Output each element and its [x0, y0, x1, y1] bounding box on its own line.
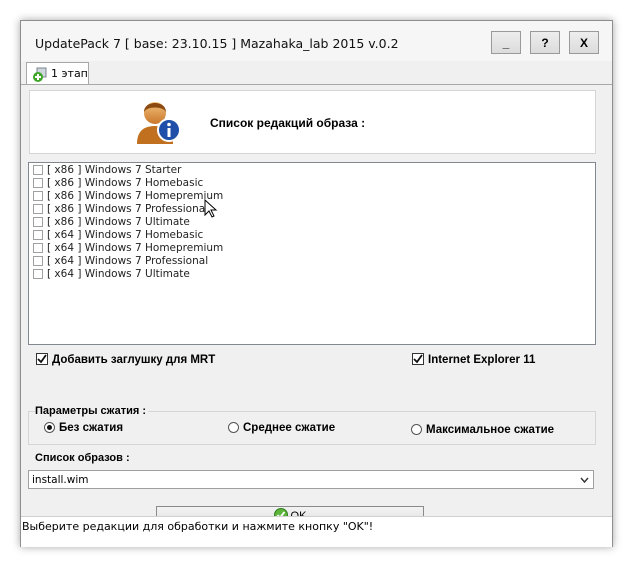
- images-dropdown[interactable]: install.wim: [28, 470, 594, 489]
- list-item[interactable]: [ x86 ] Windows 7 Homepremium: [33, 190, 223, 203]
- radio-label: Среднее сжатие: [243, 422, 336, 434]
- edition-checkbox[interactable]: [33, 178, 43, 188]
- close-button[interactable]: X: [569, 31, 599, 54]
- mrt-stub-option[interactable]: Добавить заглушку для MRT: [36, 353, 215, 366]
- list-item[interactable]: [ x64 ] Windows 7 Professional: [33, 255, 208, 268]
- minimize-button[interactable]: _: [491, 31, 521, 54]
- edition-label: [ x86 ] Windows 7 Homebasic: [47, 177, 204, 189]
- images-list-label: Список образов :: [35, 452, 130, 464]
- window-title: UpdatePack 7 [ base: 23.10.15 ] Mazahaka…: [35, 36, 399, 51]
- mrt-stub-label: Добавить заглушку для MRT: [52, 354, 216, 366]
- edition-label: [ x86 ] Windows 7 Professional: [47, 203, 209, 215]
- edition-label: [ x86 ] Windows 7 Homepremium: [47, 190, 224, 202]
- list-item[interactable]: [ x86 ] Windows 7 Ultimate: [33, 216, 190, 229]
- tab-stage-1[interactable]: 1 этап: [26, 62, 89, 85]
- status-bar: Выберите редакции для обработки и нажмит…: [21, 516, 612, 547]
- list-item[interactable]: [ x64 ] Windows 7 Ultimate: [33, 268, 190, 281]
- help-button[interactable]: ?: [530, 31, 560, 54]
- header-box: Список редакций образа :: [29, 90, 596, 154]
- radio-button[interactable]: [44, 422, 55, 433]
- list-item[interactable]: [ x64 ] Windows 7 Homepremium: [33, 242, 223, 255]
- add-package-icon: [33, 67, 47, 82]
- editions-list[interactable]: [ x86 ] Windows 7 Starter [ x86 ] Window…: [28, 162, 596, 345]
- ie11-checkbox[interactable]: [412, 353, 424, 365]
- radio-label: Максимальное сжатие: [426, 424, 555, 436]
- list-item[interactable]: [ x64 ] Windows 7 Homebasic: [33, 229, 203, 242]
- ie11-option[interactable]: Internet Explorer 11: [412, 353, 535, 366]
- mrt-stub-checkbox[interactable]: [36, 353, 48, 365]
- edition-label: [ x64 ] Windows 7 Ultimate: [47, 268, 190, 280]
- edition-checkbox[interactable]: [33, 269, 43, 279]
- radio-no-compression[interactable]: Без сжатия: [44, 422, 123, 434]
- tab-panel: Список редакций образа : [ x86 ] Windows…: [21, 84, 612, 527]
- edition-label: [ x86 ] Windows 7 Ultimate: [47, 216, 190, 228]
- edition-checkbox[interactable]: [33, 191, 43, 201]
- edition-label: [ x86 ] Windows 7 Starter: [47, 164, 182, 176]
- tab-label: 1 этап: [51, 67, 88, 80]
- ie11-label: Internet Explorer 11: [428, 354, 536, 366]
- mouse-cursor-icon: [204, 199, 218, 218]
- images-dropdown-value: install.wim: [32, 474, 89, 486]
- edition-checkbox[interactable]: [33, 230, 43, 240]
- edition-checkbox[interactable]: [33, 256, 43, 266]
- checkmark-icon: [413, 354, 423, 364]
- radio-button[interactable]: [228, 422, 239, 433]
- chevron-down-icon[interactable]: [580, 476, 589, 484]
- radio-medium-compression[interactable]: Среднее сжатие: [228, 422, 335, 434]
- edition-label: [ x64 ] Windows 7 Homebasic: [47, 229, 204, 241]
- edition-checkbox[interactable]: [33, 204, 43, 214]
- edition-label: [ x64 ] Windows 7 Professional: [47, 255, 209, 267]
- compression-group-label: Параметры сжатия :: [35, 405, 148, 417]
- edition-label: [ x64 ] Windows 7 Homepremium: [47, 242, 224, 254]
- radio-button[interactable]: [411, 424, 422, 435]
- edition-checkbox[interactable]: [33, 165, 43, 175]
- list-item[interactable]: [ x86 ] Windows 7 Professional: [33, 203, 208, 216]
- edition-checkbox[interactable]: [33, 243, 43, 253]
- radio-max-compression[interactable]: Максимальное сжатие: [411, 424, 554, 436]
- radio-label: Без сжатия: [59, 422, 124, 434]
- editions-list-title: Список редакций образа :: [210, 116, 366, 130]
- tab-strip: 1 этап: [21, 61, 612, 85]
- main-window: UpdatePack 7 [ base: 23.10.15 ] Mazahaka…: [20, 20, 613, 547]
- status-text: Выберите редакции для обработки и нажмит…: [22, 520, 374, 533]
- user-info-icon: [137, 102, 181, 144]
- title-bar[interactable]: UpdatePack 7 [ base: 23.10.15 ] Mazahaka…: [21, 21, 612, 61]
- edition-checkbox[interactable]: [33, 217, 43, 227]
- checkmark-icon: [37, 354, 47, 364]
- list-item[interactable]: [ x86 ] Windows 7 Homebasic: [33, 177, 203, 190]
- list-item[interactable]: [ x86 ] Windows 7 Starter: [33, 164, 181, 177]
